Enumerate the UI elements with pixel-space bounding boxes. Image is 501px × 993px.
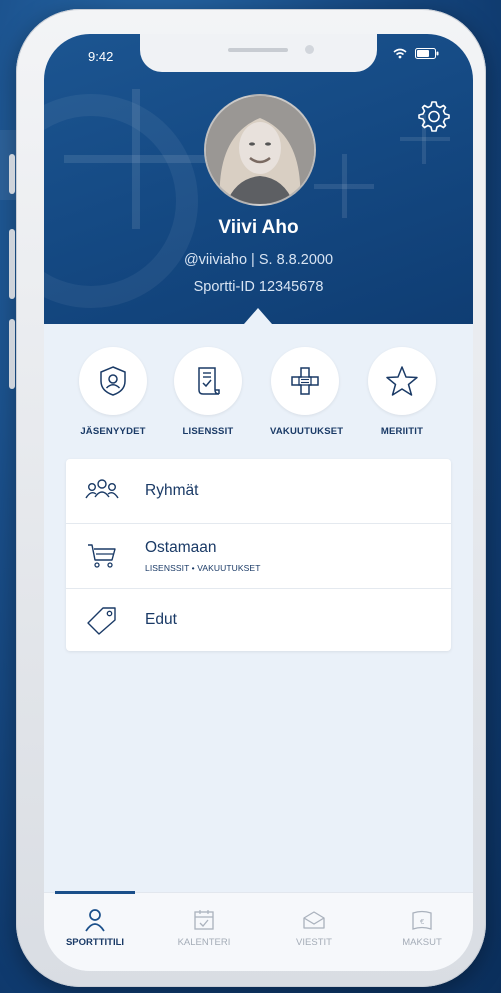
tab-viestit[interactable]: VIESTIT (269, 907, 359, 948)
quick-action-label: VAKUUTUKSET (270, 426, 344, 437)
active-tab-indicator (55, 891, 135, 894)
group-icon (85, 479, 119, 499)
phone-volume-up (9, 229, 15, 299)
person-icon (85, 909, 105, 932)
quick-action-circle (79, 347, 147, 415)
header-decoration (44, 94, 198, 308)
wallet-icon: € (412, 910, 432, 930)
quick-action-circle (271, 347, 339, 415)
phone-volume-down (9, 319, 15, 389)
menu-card: Ryhmät Ostamaan LISENSSIT • VAKUUTUKSET … (66, 459, 451, 651)
menu-item-ostamaan[interactable]: Ostamaan LISENSSIT • VAKUUTUKSET (66, 524, 451, 588)
header-pointer (244, 308, 272, 324)
star-icon (386, 366, 418, 396)
tab-kalenteri[interactable]: KALENTERI (159, 907, 249, 948)
quick-action-meriitit[interactable]: MERIITIT (367, 347, 437, 437)
app-screen: 9:42 Viivi Aho @viiviaho | S. 8.8.2000 S… (44, 34, 473, 971)
avatar-photo (206, 96, 314, 204)
insurance-cross-icon (291, 367, 319, 395)
phone-notch (140, 34, 377, 72)
tab-label: KALENTERI (177, 937, 231, 948)
license-document-icon (198, 367, 220, 395)
sportti-id: Sportti-ID 12345678 (193, 279, 324, 295)
phone-mute-switch (9, 154, 15, 194)
speaker-grille (228, 48, 288, 52)
header-decoration (314, 184, 374, 189)
menu-item-title: Edut (145, 611, 177, 628)
calendar-icon (194, 910, 214, 930)
quick-action-circle (174, 347, 242, 415)
quick-action-lisenssit[interactable]: LISENSSIT (173, 347, 243, 437)
tab-label: MAKSUT (402, 937, 442, 948)
avatar[interactable] (204, 94, 316, 206)
menu-item-ryhmat[interactable]: Ryhmät (66, 459, 451, 523)
quick-action-label: LISENSSIT (182, 426, 234, 437)
envelope-icon (303, 911, 325, 929)
profile-header: 9:42 Viivi Aho @viiviaho | S. 8.8.2000 S… (44, 34, 473, 324)
header-decoration (64, 155, 209, 163)
status-icons (393, 48, 439, 59)
quick-action-circle (368, 347, 436, 415)
menu-item-title: Ryhmät (145, 482, 199, 499)
tab-label: SPORTTITILI (65, 937, 125, 948)
svg-text:€: € (420, 918, 424, 926)
shield-user-icon (100, 366, 126, 396)
menu-item-title: Ostamaan (145, 539, 217, 556)
tab-maksut[interactable]: € MAKSUT (377, 907, 467, 948)
quick-action-label: JÄSENYYDET (80, 426, 146, 437)
profile-handle-birthdate: @viiviaho | S. 8.8.2000 (183, 252, 334, 268)
quick-action-label: MERIITIT (380, 426, 424, 437)
menu-item-subtitle: LISENSSIT • VAKUUTUKSET (145, 563, 261, 573)
tag-icon (87, 607, 116, 635)
front-camera (305, 45, 314, 54)
quick-action-jasenyydet[interactable]: JÄSENYYDET (78, 347, 148, 437)
header-decoration (400, 137, 450, 141)
cart-icon (88, 544, 116, 568)
menu-item-edut[interactable]: Edut (66, 588, 451, 652)
tab-bar: SPORTTITILI KALENTERI VIESTIT € MAKSUT (44, 891, 473, 971)
tab-label: VIESTIT (296, 937, 332, 948)
tab-sporttitili[interactable]: SPORTTITILI (50, 907, 140, 948)
battery-icon (415, 48, 439, 59)
profile-name: Viivi Aho (218, 217, 299, 238)
gear-icon[interactable] (415, 98, 451, 134)
status-time: 9:42 (88, 49, 114, 64)
wifi-icon (393, 48, 407, 59)
quick-action-vakuutukset[interactable]: VAKUUTUKSET (270, 347, 344, 437)
